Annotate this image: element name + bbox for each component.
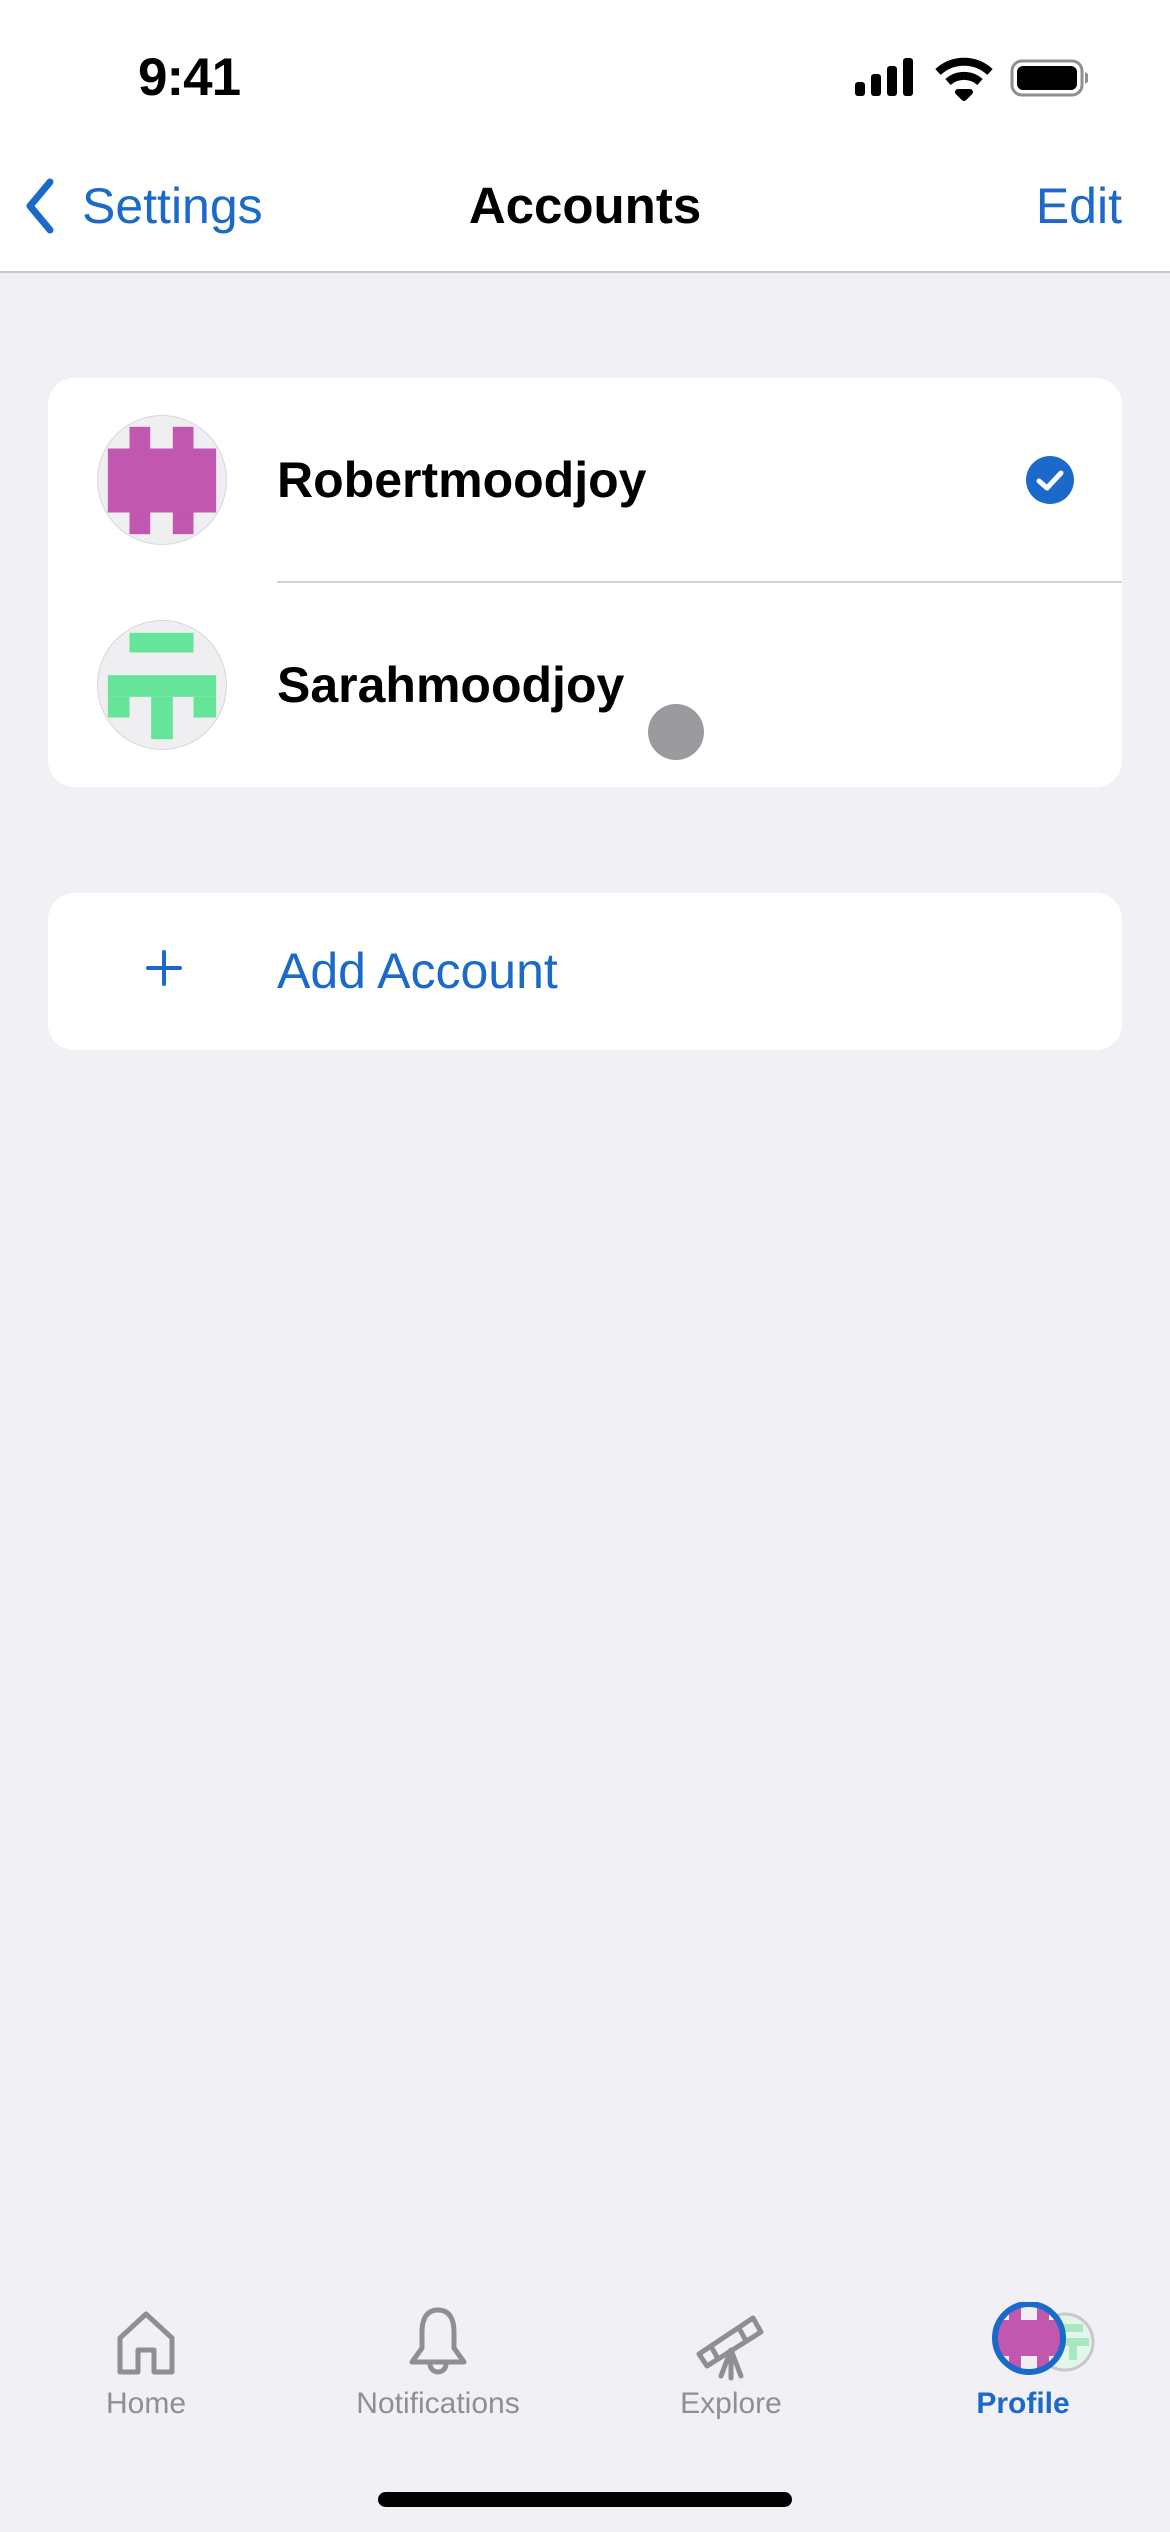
plus-icon bbox=[146, 950, 182, 986]
tab-home[interactable]: Home bbox=[0, 2270, 292, 2440]
avatar bbox=[97, 415, 227, 545]
touch-indicator bbox=[648, 704, 704, 760]
tab-profile[interactable]: Profile bbox=[877, 2270, 1169, 2440]
add-account-label: Add Account bbox=[277, 943, 558, 999]
add-account-section: Add Account bbox=[48, 893, 1122, 1050]
bell-icon bbox=[409, 2307, 467, 2375]
pixel-avatar-green-icon bbox=[107, 632, 217, 740]
battery-icon bbox=[1010, 59, 1088, 97]
back-button[interactable]: Settings bbox=[20, 168, 263, 244]
cellular-signal-icon bbox=[855, 58, 913, 96]
tab-notifications[interactable]: Notifications bbox=[292, 2270, 584, 2440]
checkmark-circle-icon bbox=[1026, 456, 1074, 504]
wifi-icon bbox=[935, 57, 993, 101]
tab-label: Explore bbox=[680, 2387, 782, 2420]
tab-label: Notifications bbox=[356, 2387, 520, 2420]
account-row-sarahmoodjoy[interactable]: Sarahmoodjoy bbox=[48, 583, 1122, 787]
chevron-left-icon bbox=[26, 178, 54, 234]
home-indicator bbox=[378, 2492, 792, 2507]
account-name: Robertmoodjoy bbox=[277, 452, 647, 508]
accounts-list: Robertmoodjoy Sarahmoodjoy bbox=[48, 378, 1122, 787]
account-row-robertmoodjoy[interactable]: Robertmoodjoy bbox=[48, 378, 1122, 582]
house-icon bbox=[117, 2311, 175, 2375]
tab-bar: Home Notifications Explore Profile bbox=[0, 2270, 1170, 2450]
back-label: Settings bbox=[82, 178, 263, 234]
telescope-icon bbox=[696, 2315, 764, 2381]
add-account-button[interactable]: Add Account bbox=[48, 893, 1122, 1050]
pixel-avatar-purple-icon bbox=[107, 426, 217, 535]
status-time: 9:41 bbox=[138, 48, 241, 107]
edit-button[interactable]: Edit bbox=[1036, 172, 1122, 240]
profile-avatar-icon bbox=[992, 2302, 1095, 2375]
account-name: Sarahmoodjoy bbox=[277, 657, 625, 713]
tab-explore[interactable]: Explore bbox=[585, 2270, 877, 2440]
status-icons bbox=[850, 52, 1090, 102]
tab-label: Profile bbox=[976, 2387, 1070, 2420]
tab-label: Home bbox=[105, 2387, 187, 2420]
avatar bbox=[97, 620, 227, 750]
